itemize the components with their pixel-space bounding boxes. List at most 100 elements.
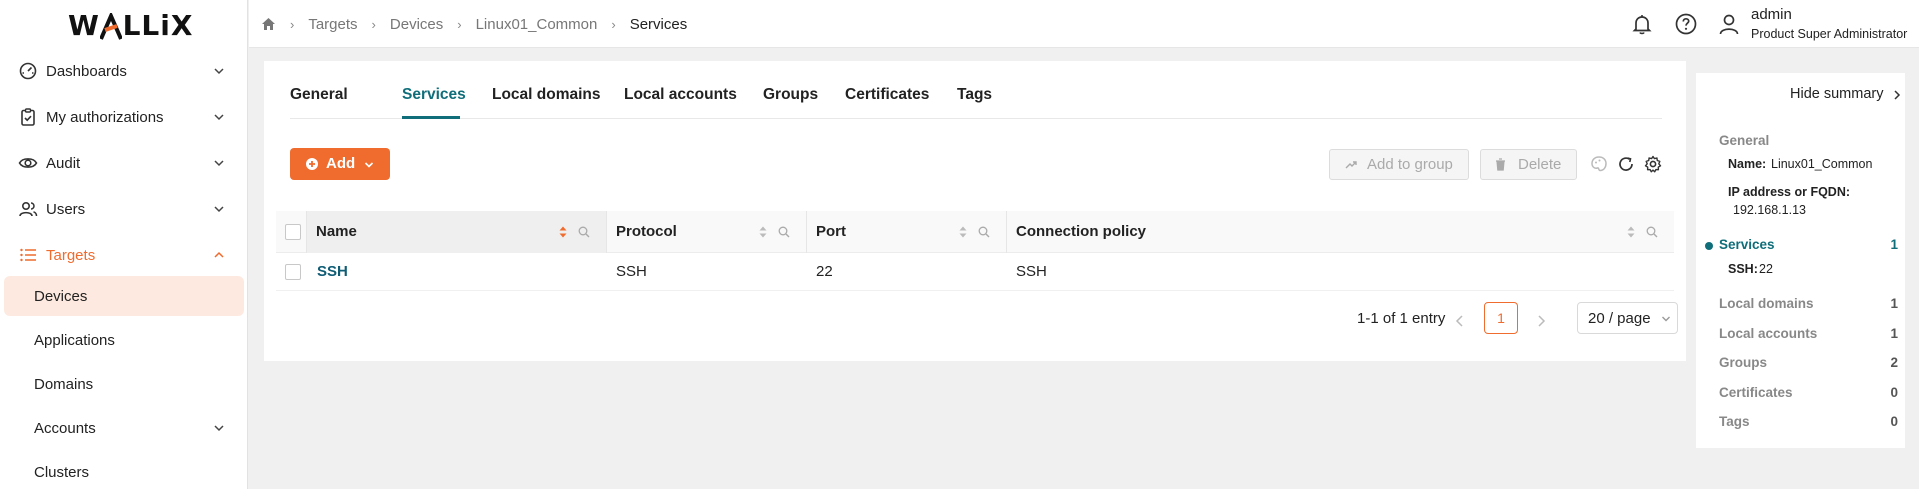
tab-services[interactable]: Services <box>402 86 466 104</box>
search-icon[interactable] <box>978 226 990 238</box>
sidebar-subitem-domains[interactable]: Domains <box>4 364 244 404</box>
sidebar-item-my-authorizations[interactable]: My authorizations <box>0 95 248 139</box>
sidebar-subitem-label: Applications <box>34 331 115 349</box>
chevron-down-icon <box>214 425 224 432</box>
tab-groups[interactable]: Groups <box>763 86 818 104</box>
page-button-current[interactable]: 1 <box>1484 302 1518 334</box>
add-to-group-label: Add to group <box>1367 156 1453 173</box>
sidebar-item-audit[interactable]: Audit <box>0 141 248 185</box>
chevron-right-icon: › <box>371 16 376 32</box>
sidebar-subitem-accounts[interactable]: Accounts <box>4 408 244 448</box>
chevron-right-icon[interactable] <box>1893 90 1901 100</box>
sidebar-subitem-applications[interactable]: Applications <box>4 320 244 360</box>
sidebar-item-targets[interactable]: Targets <box>0 233 248 277</box>
summary-panel: Hide summary General Name: Linux01_Commo… <box>1696 73 1905 448</box>
user-name[interactable]: admin <box>1751 6 1792 23</box>
select-all-checkbox[interactable] <box>285 224 301 240</box>
table-header: Name Protocol Port Connection policy <box>276 211 1674 253</box>
services-card: General Services Local domains Local acc… <box>264 61 1686 361</box>
sidebar-item-label: Targets <box>46 246 96 264</box>
sort-icon[interactable] <box>558 225 568 239</box>
dashboard-icon <box>19 62 37 80</box>
wallix-logo[interactable]: W A LLiX <box>68 8 193 42</box>
chevron-down-icon <box>214 68 224 75</box>
column-header-protocol[interactable]: Protocol <box>616 223 677 240</box>
chevron-down-icon <box>214 206 224 213</box>
add-button[interactable]: Add <box>290 148 390 180</box>
column-header-port[interactable]: Port <box>816 223 846 240</box>
sidebar-subitem-devices[interactable]: Devices <box>4 276 244 316</box>
settings-gear-icon[interactable] <box>1643 154 1663 174</box>
breadcrumb: › Targets › Devices › Linux01_Common › S… <box>261 0 687 48</box>
hide-summary-button[interactable]: Hide summary <box>1790 86 1883 102</box>
breadcrumb-item[interactable]: Devices <box>390 16 443 33</box>
bell-icon[interactable] <box>1630 12 1654 36</box>
refresh-icon[interactable] <box>1616 154 1636 174</box>
sidebar-item-label: Dashboards <box>46 62 127 80</box>
column-header-name[interactable]: Name <box>316 223 357 240</box>
summary-local-accounts-count: 1 <box>1890 326 1898 341</box>
column-header-connection-policy[interactable]: Connection policy <box>1016 223 1146 240</box>
user-role: Product Super Administrator <box>1751 27 1908 41</box>
delete-label: Delete <box>1518 156 1562 173</box>
summary-certificates-title[interactable]: Certificates <box>1719 385 1793 400</box>
sidebar-item-label: Audit <box>46 154 81 172</box>
add-button-label: Add <box>326 155 356 172</box>
trend-arrow-icon <box>1345 161 1357 169</box>
home-icon[interactable] <box>261 17 276 31</box>
page-size-value: 20 / page <box>1588 310 1651 327</box>
summary-tags-title[interactable]: Tags <box>1719 414 1750 429</box>
summary-local-accounts-title[interactable]: Local accounts <box>1719 326 1817 341</box>
row-checkbox[interactable] <box>285 264 301 280</box>
help-icon[interactable] <box>1674 12 1698 36</box>
palette-icon[interactable] <box>1589 154 1609 174</box>
cell-connection-policy: SSH <box>1016 263 1047 280</box>
breadcrumb-current: Services <box>629 15 688 33</box>
active-section-dot <box>1705 242 1713 250</box>
breadcrumb-item[interactable]: Linux01_Common <box>476 16 598 33</box>
eye-icon <box>18 158 38 168</box>
trash-icon <box>1496 158 1505 171</box>
sort-icon[interactable] <box>958 225 968 239</box>
sidebar-item-label: Users <box>46 200 86 218</box>
chevron-right-icon: › <box>290 16 295 32</box>
sidebar-subitem-clusters[interactable]: Clusters <box>4 452 244 489</box>
delete-button[interactable]: Delete <box>1480 149 1577 180</box>
sidebar-subitem-label: Domains <box>34 375 94 393</box>
breadcrumb-item[interactable]: Targets <box>308 16 357 33</box>
summary-name-value: Linux01_Common <box>1771 157 1873 171</box>
sidebar-subitem-label: Devices <box>34 287 88 305</box>
tab-local-accounts[interactable]: Local accounts <box>624 86 737 104</box>
summary-services-title[interactable]: Services <box>1719 237 1775 252</box>
chevron-right-icon: › <box>611 16 616 32</box>
search-icon[interactable] <box>1646 226 1658 238</box>
search-icon[interactable] <box>578 226 590 238</box>
page-size-select[interactable]: 20 / page <box>1577 302 1678 334</box>
add-to-group-button[interactable]: Add to group <box>1329 149 1469 180</box>
summary-local-domains-title[interactable]: Local domains <box>1719 296 1814 311</box>
chevron-right-icon: › <box>457 16 462 32</box>
tab-certificates[interactable]: Certificates <box>845 86 929 104</box>
tab-local-domains[interactable]: Local domains <box>492 86 601 104</box>
logo-accent-icon <box>99 12 122 40</box>
table-row[interactable]: SSH SSH 22 SSH <box>276 253 1674 291</box>
search-icon[interactable] <box>778 226 790 238</box>
tab-tags[interactable]: Tags <box>957 86 992 104</box>
pagination-summary: 1-1 of 1 entry <box>1357 310 1446 327</box>
sidebar-item-dashboards[interactable]: Dashboards <box>0 49 248 93</box>
sidebar-item-users[interactable]: Users <box>0 187 248 231</box>
summary-groups-title[interactable]: Groups <box>1719 355 1767 370</box>
logo-text-left: W <box>68 8 100 42</box>
summary-tags-count: 0 <box>1890 414 1898 429</box>
next-page-icon[interactable] <box>1535 314 1547 328</box>
summary-ssh-label: SSH: <box>1728 262 1758 276</box>
prev-page-icon[interactable] <box>1454 314 1466 328</box>
tab-general[interactable]: General <box>290 86 348 104</box>
sidebar: W A LLiX Dashboards My authorizations Au… <box>0 0 248 489</box>
sort-icon[interactable] <box>1626 225 1636 239</box>
sort-icon[interactable] <box>758 225 768 239</box>
service-name-link[interactable]: SSH <box>317 263 348 280</box>
column-divider <box>606 211 607 253</box>
summary-groups-count: 2 <box>1890 355 1898 370</box>
user-avatar-icon[interactable] <box>1717 12 1741 36</box>
